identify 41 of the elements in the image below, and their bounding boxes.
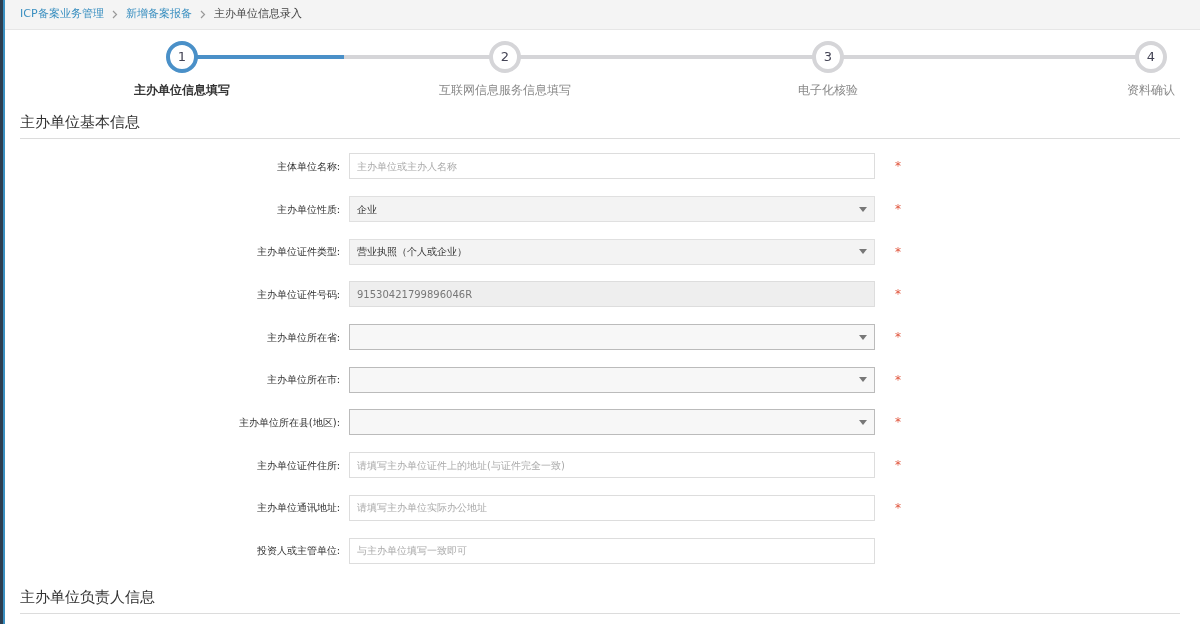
required-mark: * <box>895 201 901 219</box>
dropdown[interactable] <box>349 409 875 436</box>
caret-icon <box>859 249 867 255</box>
field-label: 主办单位通讯地址: <box>255 501 340 516</box>
input-field[interactable]: 请填写主办单位实际办公地址 <box>349 494 875 521</box>
chevron-right-icon <box>199 10 206 19</box>
required-mark: * <box>895 414 901 432</box>
field-label: 主办单位证件住所: <box>255 458 340 473</box>
dropdown[interactable]: 营业执照（个人或企业） <box>349 238 875 265</box>
section-title: 主办单位负责人信息 <box>20 587 155 606</box>
required-mark: * <box>895 457 901 475</box>
dropdown[interactable] <box>349 324 875 351</box>
required-mark: * <box>895 329 901 347</box>
caret-icon <box>859 377 867 383</box>
readonly-field[interactable]: 91530421799896046R <box>349 281 875 308</box>
field-label: 主办单位所在县(地区): <box>237 415 340 430</box>
step-label: 互联网信息服务信息填写 <box>439 82 571 99</box>
field-label: 主办单位性质: <box>275 202 340 217</box>
step-label: 电子化核验 <box>798 82 858 99</box>
required-mark: * <box>895 243 901 261</box>
breadcrumb-current: 主办单位信息录入 <box>213 6 302 23</box>
required-mark: * <box>895 286 901 304</box>
required-mark: * <box>895 371 901 389</box>
step-label: 资料确认 <box>1127 82 1175 99</box>
caret-icon <box>859 419 867 425</box>
step-label: 主办单位信息填写 <box>134 82 230 99</box>
chevron-right-icon <box>111 10 118 19</box>
dropdown[interactable]: 企业 <box>349 196 875 223</box>
field-label: 主办单位证件类型: <box>255 245 340 260</box>
field-label: 主办单位证件号码: <box>255 287 340 302</box>
required-mark: * <box>895 158 901 176</box>
field-label: 主办单位所在省: <box>265 330 340 345</box>
required-mark: * <box>895 499 901 517</box>
section-title: 主办单位基本信息 <box>20 113 140 131</box>
field-label: 主体单位名称: <box>275 159 340 174</box>
field-label: 投资人或主管单位: <box>255 544 340 559</box>
dropdown[interactable] <box>349 366 875 393</box>
caret-icon <box>859 206 867 212</box>
caret-icon <box>859 334 867 340</box>
field-label: 主办单位所在市: <box>265 373 340 388</box>
input-field[interactable]: 主办单位或主办人名称 <box>349 153 875 180</box>
